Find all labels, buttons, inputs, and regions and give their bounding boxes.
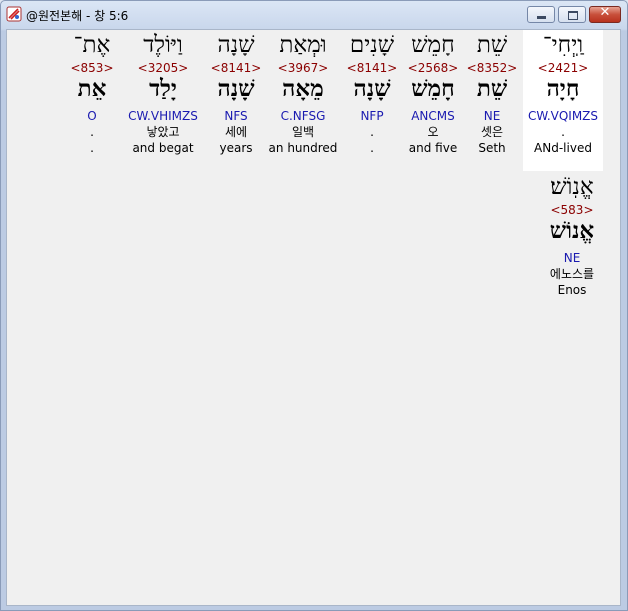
english-gloss: years [219, 141, 253, 155]
word-lemma: שָׁנָה [353, 75, 391, 102]
minimize-button[interactable] [527, 6, 555, 23]
english-gloss: ANd-lived [534, 141, 592, 155]
word-cell[interactable]: וַֽיְחִי־ <2421> חָיָה CW.VQIMZS . ANd-l… [523, 30, 603, 171]
word-cell[interactable]: וַיּוֹלֶד <3205> יָלַד CW.VHIMZS 낳았고 and… [123, 30, 203, 157]
word-lemma: אֱנוֹשׁ [549, 217, 595, 244]
word-cell[interactable]: שָׁנָה <8141> שָׁנָה NFS 세에 years [196, 30, 276, 157]
maximize-button[interactable] [558, 6, 586, 23]
morphology-code: NFP [360, 109, 384, 123]
english-gloss: . [370, 141, 374, 155]
minimize-icon [537, 16, 546, 19]
interlinear-panel: וַֽיְחִי־ <2421> חָיָה CW.VQIMZS . ANd-l… [6, 29, 621, 606]
strong-number[interactable]: <8141> [332, 60, 412, 76]
close-icon: ✕ [599, 5, 611, 20]
app-logo-icon [6, 6, 22, 22]
word-cell[interactable]: שָׁנִים <8141> שָׁנָה NFP . . [332, 30, 412, 157]
app-window: @원전본해 - 창 5:6 ✕ וַֽיְחִי־ <2421> חָיָה C… [0, 0, 628, 611]
morphology-code: O [87, 109, 97, 123]
english-gloss: and begat [132, 141, 194, 155]
korean-gloss: . [370, 125, 374, 139]
strong-number[interactable]: <3205> [123, 60, 203, 76]
english-gloss: . [90, 141, 94, 155]
korean-gloss: 세에 [224, 125, 248, 139]
word-hebrew: אֱנֽוֹשׁ׃ [550, 174, 594, 200]
korean-gloss: 낳았고 [146, 125, 180, 139]
strong-number[interactable]: <8141> [196, 60, 276, 76]
word-lemma: שָׁנָה [217, 75, 255, 102]
english-gloss: Enos [557, 283, 587, 297]
morphology-code: NE [563, 251, 581, 265]
korean-gloss: 에노스를 [549, 267, 595, 281]
strong-number[interactable]: <583> [532, 202, 612, 218]
word-hebrew: וַיּוֹלֶד [143, 32, 183, 58]
word-lemma: אֵת [77, 75, 107, 102]
word-lemma: חָיָה [546, 75, 580, 102]
close-button[interactable]: ✕ [589, 5, 621, 23]
korean-gloss: . [90, 125, 94, 139]
morphology-code: NFS [224, 109, 248, 123]
word-lemma: יָלַד [149, 75, 177, 102]
word-cell[interactable]: אֶת־ <853> אֵת O . . [52, 30, 132, 157]
strong-number[interactable]: <2421> [523, 60, 603, 76]
title-bar[interactable]: @원전본해 - 창 5:6 ✕ [1, 1, 627, 28]
window-title: @원전본해 - 창 5:6 [26, 9, 129, 23]
morphology-code: CW.VQIMZS [527, 109, 599, 123]
word-hebrew: אֶת־ [73, 32, 111, 58]
word-cell[interactable]: אֱנֽוֹשׁ׃ <583> אֱנוֹשׁ NE 에노스를 Enos [532, 172, 612, 299]
korean-gloss: . [561, 125, 565, 139]
morphology-code: CW.VHIMZS [128, 109, 198, 123]
word-hebrew: שָׁנָה [217, 32, 255, 58]
maximize-icon [568, 11, 578, 20]
strong-number[interactable]: <853> [52, 60, 132, 76]
word-hebrew: וַֽיְחִי־ [542, 32, 584, 58]
word-hebrew: שָׁנִים [349, 32, 395, 58]
